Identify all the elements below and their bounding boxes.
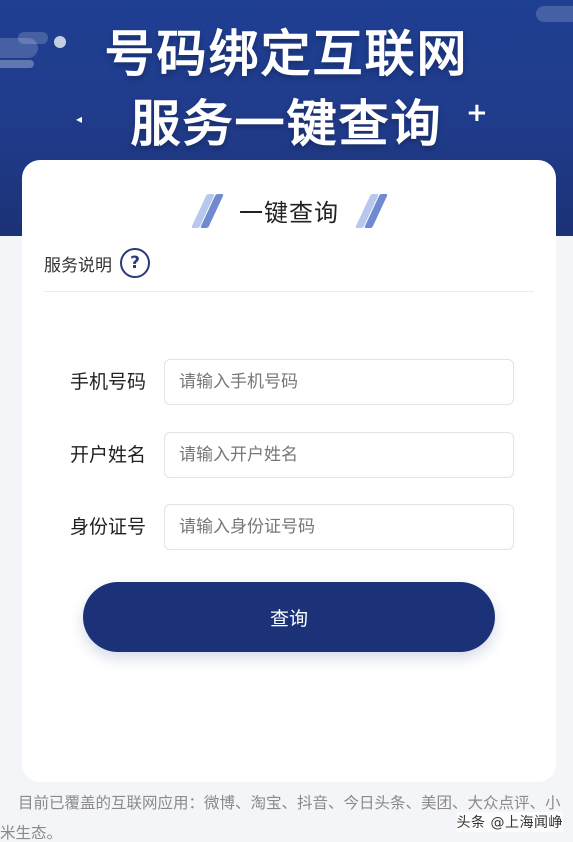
banner-title-line1: 号码绑定互联网: [104, 25, 469, 83]
decor-stripe-icon: [191, 192, 224, 228]
decor-stripe-icon: [355, 192, 388, 228]
phone-row: 手机号码: [22, 359, 556, 405]
help-icon[interactable]: ?: [120, 248, 150, 278]
divider: [44, 291, 534, 292]
phone-input[interactable]: [164, 359, 514, 405]
watermark: 头条 @上海闻峥: [456, 812, 563, 832]
query-card: 一键查询 服务说明 ? 手机号码 开户姓名 身份证号 查询: [22, 160, 556, 782]
card-title: 一键查询: [239, 198, 339, 227]
name-label: 开户姓名: [70, 444, 147, 466]
name-input[interactable]: [164, 432, 514, 478]
query-button[interactable]: 查询: [83, 582, 495, 652]
service-info-label[interactable]: 服务说明: [44, 251, 112, 276]
card-header: 一键查询: [22, 188, 556, 232]
name-row: 开户姓名: [22, 432, 556, 478]
banner-title-line2: 服务一键查询: [130, 95, 443, 153]
id-number-input[interactable]: [164, 504, 514, 550]
id-row: 身份证号: [22, 504, 556, 550]
phone-label: 手机号码: [70, 371, 147, 393]
id-label: 身份证号: [70, 516, 147, 538]
service-info[interactable]: 服务说明 ?: [44, 246, 150, 280]
